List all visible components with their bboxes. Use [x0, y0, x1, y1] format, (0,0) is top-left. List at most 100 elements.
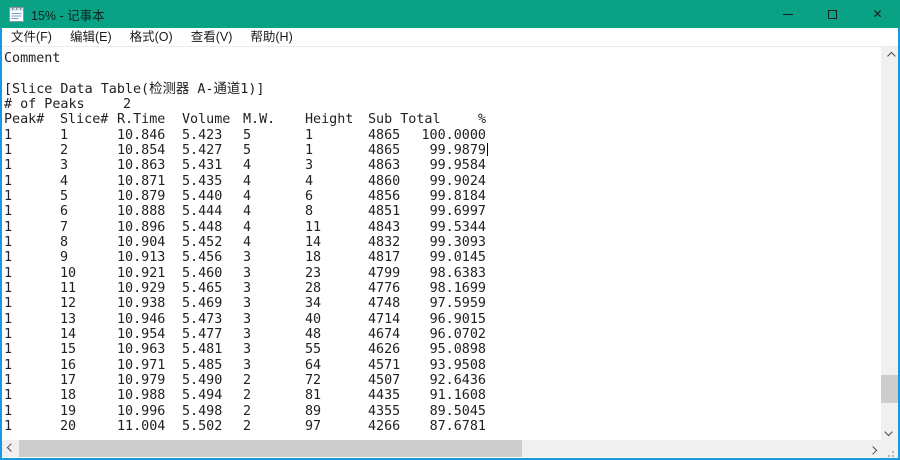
table-cell: 10.863: [117, 158, 166, 174]
table-cell: 1: [305, 127, 314, 143]
table-cell: 11: [60, 280, 77, 296]
table-cell: 1: [4, 357, 13, 373]
table-cell: 9: [60, 250, 69, 266]
table-row: 1 16 10.971 5.485 3 64 4571 93.9508: [2, 358, 881, 373]
table-row: 1 18 10.988 5.494 2 81 4435 91.1608: [2, 388, 881, 403]
table-row: 1 1 10.846 5.423 5 1 4865 100.0000: [2, 128, 881, 143]
header-cell: %: [477, 112, 486, 128]
menu-item-3[interactable]: 格式(O): [121, 28, 182, 46]
peaks-label: # of Peaks: [4, 97, 85, 112]
table-cell: 6: [60, 204, 69, 220]
table-cell: 5.456: [182, 250, 223, 266]
table-cell: 99.3093: [429, 234, 486, 250]
table-row: 1 20 11.004 5.502 2 97 4266 87.6781: [2, 419, 881, 434]
menu-item-4[interactable]: 查看(V): [182, 28, 242, 46]
table-cell: 3: [243, 357, 252, 373]
table-cell: 5: [60, 188, 69, 204]
horizontal-scroll-thumb[interactable]: [19, 440, 522, 457]
notepad-window: 15% - 记事本 ✕ 文件(F) 编辑(E) 格式(O) 查看(V) 帮助(H) Co…: [0, 0, 900, 460]
scroll-down-button[interactable]: [881, 423, 898, 440]
vertical-scrollbar[interactable]: [881, 47, 898, 440]
table-cell: 5.465: [182, 280, 223, 296]
table-cell: 3: [243, 250, 252, 266]
title-bar: 15% - 记事本 ✕: [0, 0, 900, 28]
table-cell: 3: [60, 158, 69, 174]
table-cell: 23: [305, 265, 322, 281]
horizontal-scrollbar[interactable]: [2, 440, 881, 457]
table-cell: 10.888: [117, 204, 166, 220]
table-cell: 34: [305, 296, 322, 312]
chevron-down-icon: [883, 427, 893, 436]
table-cell: 18: [60, 388, 77, 404]
menu-item-1[interactable]: 文件(F): [2, 28, 61, 46]
table-cell: 10.971: [117, 357, 166, 373]
table-cell: 98.6383: [429, 265, 486, 281]
comment-text: Comment: [4, 51, 61, 66]
table-cell: 3: [243, 342, 252, 358]
table-cell: 8: [60, 234, 69, 250]
menu-item-2[interactable]: 编辑(E): [61, 28, 121, 46]
window-title: 15% - 记事本: [31, 8, 105, 23]
scroll-right-button[interactable]: [864, 440, 881, 457]
table-cell: 10.871: [117, 173, 166, 189]
table-cell: 10.988: [117, 388, 166, 404]
table-row: 1 2 10.854 5.427 5 1 4865 99.9879: [2, 142, 881, 158]
text-caret: [487, 142, 489, 156]
table-cell: 11: [305, 219, 322, 235]
table-cell: 4: [243, 173, 252, 189]
table-cell: 5.469: [182, 296, 223, 312]
table-cell: 1: [4, 296, 13, 312]
table-cell: 5.477: [182, 326, 223, 342]
table-cell: 2: [243, 388, 252, 404]
table-cell: 10.904: [117, 234, 166, 250]
close-button[interactable]: ✕: [855, 0, 900, 28]
table-cell: 5.481: [182, 342, 223, 358]
table-cell: 5.485: [182, 357, 223, 373]
table-cell: 1: [4, 388, 13, 404]
chevron-right-icon: [868, 445, 877, 455]
table-cell: 1: [4, 311, 13, 327]
maximize-icon: [828, 9, 837, 19]
table-cell: 10.896: [117, 219, 166, 235]
table-cell: 10.913: [117, 250, 166, 266]
table-cell: 10: [60, 265, 77, 281]
table-cell: 1: [4, 372, 13, 388]
table-cell: 5.494: [182, 388, 223, 404]
table-cell: 87.6781: [429, 418, 486, 434]
scrollbar-corner[interactable]: [881, 440, 898, 458]
table-cell: 10.946: [117, 311, 166, 327]
table-cell: 20: [60, 418, 77, 434]
scroll-left-button[interactable]: [2, 440, 19, 457]
table-cell: 7: [60, 219, 69, 235]
table-cell: 17: [60, 372, 77, 388]
table-cell: 5.473: [182, 311, 223, 327]
table-row: 1 19 10.996 5.498 2 89 4355 89.5045: [2, 404, 881, 419]
header-cell: Peak#: [4, 112, 45, 128]
minimize-button[interactable]: [765, 0, 810, 28]
table-cell: 5.490: [182, 372, 223, 388]
table-cell: 10.979: [117, 372, 166, 388]
table-cell: 1: [4, 219, 13, 235]
chevron-up-icon: [886, 51, 896, 60]
chevron-left-icon: [6, 442, 15, 452]
header-cell: Volume: [182, 112, 231, 128]
maximize-button[interactable]: [810, 0, 855, 28]
vertical-scroll-thumb[interactable]: [881, 375, 898, 403]
table-cell: 5.423: [182, 127, 223, 143]
table-cell: 4: [243, 158, 252, 174]
table-cell: 4: [243, 219, 252, 235]
menu-item-5[interactable]: 帮助(H): [241, 28, 301, 46]
scroll-up-button[interactable]: [881, 47, 898, 64]
table-cell: 10.854: [117, 142, 166, 158]
table-cell: 55: [305, 342, 322, 358]
table-cell: 1: [4, 342, 13, 358]
text-line: Comment: [2, 51, 881, 66]
text-line: [Slice Data Table(检测器 A-通道1)]: [2, 82, 881, 97]
table-cell: 13: [60, 311, 77, 327]
table-cell: 2: [60, 142, 69, 158]
edit-area[interactable]: Comment [Slice Data Table(检测器 A-通道1)] # …: [2, 47, 881, 440]
table-cell: 10.954: [117, 326, 166, 342]
table-cell: 6: [305, 188, 314, 204]
peaks-value: 2: [123, 97, 132, 112]
table-cell: 12: [60, 296, 77, 312]
